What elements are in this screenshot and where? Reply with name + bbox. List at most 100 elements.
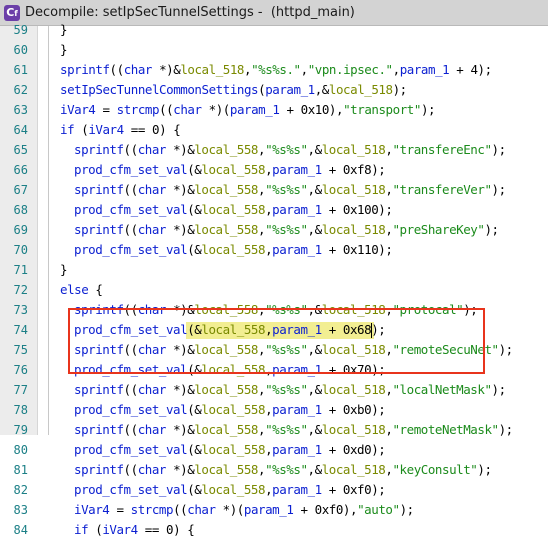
code-line[interactable]: 66 prod_cfm_set_val(&local_558,param_1 + … xyxy=(0,160,548,180)
code-token: , xyxy=(385,462,393,477)
line-number: 63 xyxy=(13,103,28,117)
line-number: 81 xyxy=(13,463,28,477)
code-line[interactable]: 82 prod_cfm_set_val(&local_558,param_1 + … xyxy=(0,480,548,500)
code-line[interactable]: 78 prod_cfm_set_val(&local_558,param_1 + … xyxy=(0,400,548,420)
code-token: ); xyxy=(392,82,408,97)
code-token: (( xyxy=(123,142,139,157)
code-token: + 0xf0), xyxy=(293,502,358,517)
line-number: 72 xyxy=(13,283,28,297)
code-text: setIpSecTunnelCommonSettings(param_1,&lo… xyxy=(60,80,407,100)
code-token: *)& xyxy=(166,182,195,197)
code-line[interactable]: 71} xyxy=(0,260,548,280)
line-number: 76 xyxy=(13,363,28,377)
code-token: ); xyxy=(420,102,436,117)
code-token: else xyxy=(60,282,89,297)
code-token: "%s%s" xyxy=(265,222,308,237)
code-token: "%s%s." xyxy=(251,62,301,77)
code-token: char xyxy=(137,462,167,477)
code-token: == 0) { xyxy=(123,122,181,137)
code-token: "%s%s" xyxy=(265,182,308,197)
code-token: param_1 xyxy=(272,402,322,417)
code-token: ); xyxy=(491,142,507,157)
code-text: sprintf((char *)&local_558,"%s%s",&local… xyxy=(74,180,506,200)
code-token: (( xyxy=(123,182,139,197)
code-token: sprintf xyxy=(74,142,124,157)
code-token: if xyxy=(74,522,89,537)
code-token: (& xyxy=(187,482,202,497)
code-line[interactable]: 61 sprintf((char *)&local_518,"%s%s.","vp… xyxy=(0,60,548,80)
code-token: "transfereEnc" xyxy=(392,142,492,157)
decompile-icon: Cf xyxy=(4,5,20,21)
code-token: (( xyxy=(123,222,139,237)
code-token: iVar4 xyxy=(88,122,124,137)
code-line[interactable]: 65 sprintf((char *)&local_558,"%s%s",&loc… xyxy=(0,140,548,160)
code-token: } xyxy=(60,22,68,37)
code-line[interactable]: 64 if (iVar4 == 0) { xyxy=(0,120,548,140)
code-token: (& xyxy=(187,402,202,417)
code-line[interactable]: 67 sprintf((char *)&local_558,"%s%s",&loc… xyxy=(0,180,548,200)
code-line[interactable]: 83 iVar4 = strcmp((char *)(param_1 + 0xf0… xyxy=(0,500,548,520)
code-token: + 0x100); xyxy=(321,202,393,217)
code-token: + 0x110); xyxy=(321,242,393,257)
line-number: 73 xyxy=(13,303,28,317)
code-text: } xyxy=(60,260,68,280)
code-text: sprintf((char *)&local_518,"%s%s.","vpn.… xyxy=(60,60,492,80)
code-token: "localNetMask" xyxy=(392,382,492,397)
code-token: ); xyxy=(477,462,492,477)
code-text: if (iVar4 == 0) { xyxy=(74,520,195,540)
code-token: char xyxy=(137,222,167,237)
line-number: 61 xyxy=(13,63,28,77)
code-line[interactable]: 63 iVar4 = strcmp((char *)(param_1 + 0x10… xyxy=(0,100,548,120)
code-token: + 0xb0); xyxy=(321,402,386,417)
code-token: prod_cfm_set_val xyxy=(74,202,188,217)
code-line[interactable]: 60} xyxy=(0,40,548,60)
code-line[interactable]: 80 prod_cfm_set_val(&local_558,param_1 + … xyxy=(0,440,548,460)
code-token: *)& xyxy=(166,462,195,477)
code-token: strcmp xyxy=(130,502,174,517)
code-token: local_558 xyxy=(194,462,258,477)
code-token: char xyxy=(173,102,202,117)
code-token: { xyxy=(88,282,103,297)
code-text: iVar4 = strcmp((char *)(param_1 + 0x10),… xyxy=(60,100,436,120)
line-number: 83 xyxy=(13,503,28,517)
code-token: *)( xyxy=(201,102,231,117)
code-token: prod_cfm_set_val xyxy=(74,482,188,497)
code-text: if (iVar4 == 0) { xyxy=(60,120,181,140)
code-token: *)& xyxy=(152,62,181,77)
code-token: (& xyxy=(187,442,202,457)
code-token: , xyxy=(265,442,273,457)
code-line[interactable]: 81 sprintf((char *)&local_558,"%s%s",&loc… xyxy=(0,460,548,480)
code-text: sprintf((char *)&local_558,"%s%s",&local… xyxy=(74,220,499,240)
code-token: + 0xf0); xyxy=(321,482,386,497)
code-text: else { xyxy=(60,280,103,300)
code-token: char xyxy=(137,142,167,157)
code-token: "auto" xyxy=(357,502,400,517)
code-token: ); xyxy=(399,502,415,517)
code-line[interactable]: 72 else { xyxy=(0,280,548,300)
code-token: prod_cfm_set_val xyxy=(74,242,188,257)
code-line[interactable]: 62 setIpSecTunnelCommonSettings(param_1,&… xyxy=(0,80,548,100)
code-line[interactable]: 69 sprintf((char *)&local_558,"%s%s",&loc… xyxy=(0,220,548,240)
code-line[interactable]: 79 sprintf((char *)&local_558,"%s%s",&loc… xyxy=(0,420,548,440)
code-text: } xyxy=(60,40,68,60)
code-token: "preShareKey" xyxy=(392,222,485,237)
line-number: 65 xyxy=(13,143,28,157)
code-token: + 4); xyxy=(449,62,492,77)
code-token: ); xyxy=(491,182,507,197)
code-line[interactable]: 77 sprintf((char *)&local_558,"%s%s",&loc… xyxy=(0,380,548,400)
annotation-box xyxy=(68,308,485,374)
code-token: "vpn.ipsec." xyxy=(307,62,393,77)
line-number: 74 xyxy=(13,323,28,337)
code-line[interactable]: 59} xyxy=(0,20,548,40)
code-line[interactable]: 70 prod_cfm_set_val(&local_558,param_1 + … xyxy=(0,240,548,260)
code-token: , xyxy=(265,482,273,497)
code-token: (( xyxy=(123,382,139,397)
code-line[interactable]: 84 if (iVar4 == 0) { xyxy=(0,520,548,540)
code-token: param_1 xyxy=(399,62,450,77)
code-line[interactable]: 68 prod_cfm_set_val(&local_558,param_1 + … xyxy=(0,200,548,220)
code-token: local_518 xyxy=(328,82,393,97)
code-token: *)& xyxy=(166,142,195,157)
code-token: = xyxy=(109,502,131,517)
code-token: ,& xyxy=(307,222,323,237)
code-token: == 0) { xyxy=(137,522,195,537)
